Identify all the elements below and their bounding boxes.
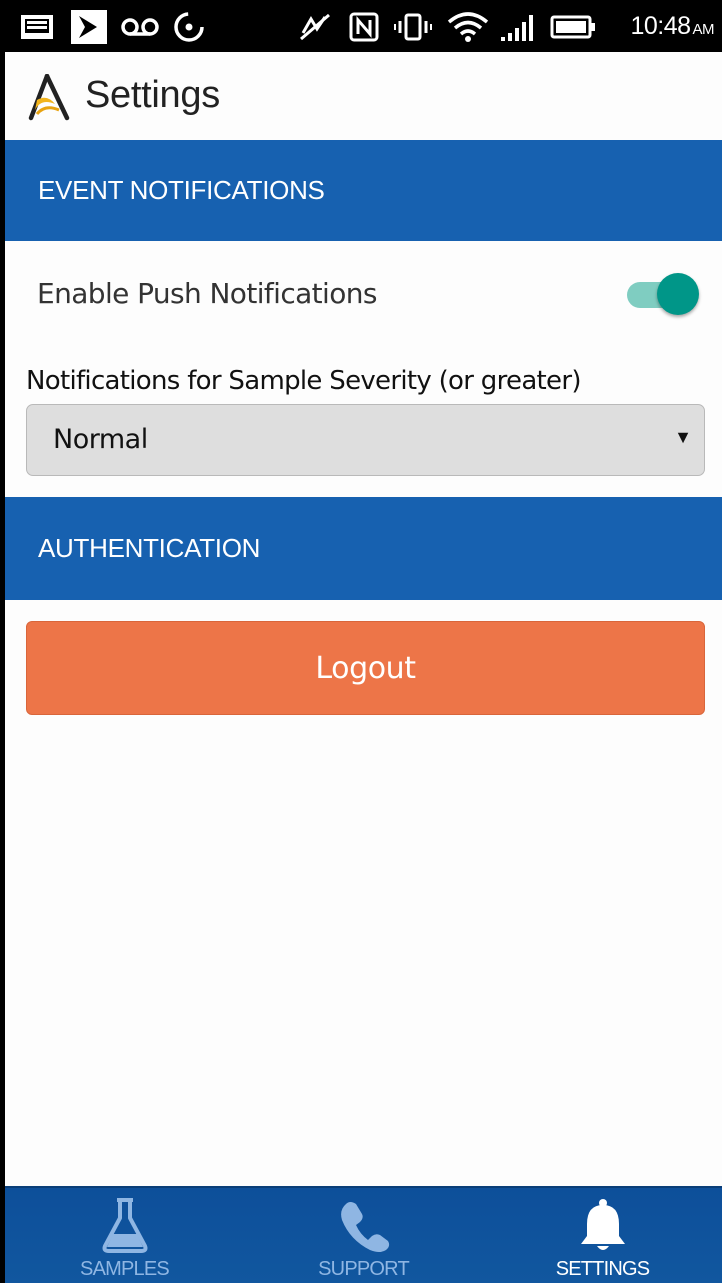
tab-settings[interactable]: SETTINGS bbox=[483, 1188, 722, 1283]
app-screen: 10:48 AM Settings EVENT NOTIFICATIONS Ena… bbox=[5, 0, 722, 1283]
severity-label: Notifications for Sample Severity (or gr… bbox=[26, 366, 581, 396]
vibrate-icon bbox=[393, 10, 433, 44]
status-bar: 10:48 AM bbox=[5, 0, 722, 52]
page-title: Settings bbox=[85, 74, 220, 116]
section-header-authentication: AUTHENTICATION bbox=[5, 497, 722, 600]
severity-selected-value: Normal bbox=[53, 424, 148, 455]
push-notifications-label: Enable Push Notifications bbox=[37, 277, 378, 310]
push-notifications-row: Enable Push Notifications bbox=[5, 241, 722, 351]
tab-settings-label: SETTINGS bbox=[555, 1258, 650, 1280]
severity-select[interactable]: Normal ▼ bbox=[26, 404, 705, 476]
signal-off-icon bbox=[295, 10, 335, 44]
bell-icon bbox=[580, 1199, 625, 1250]
push-notifications-toggle[interactable] bbox=[625, 271, 699, 317]
app-header: Settings bbox=[5, 52, 722, 140]
toggle-thumb bbox=[657, 273, 699, 315]
wifi-icon bbox=[445, 10, 491, 44]
status-ampm: AM bbox=[692, 21, 715, 38]
flask-icon bbox=[102, 1198, 147, 1253]
sprint-icon bbox=[69, 10, 109, 44]
sync-icon bbox=[169, 10, 209, 44]
battery-icon bbox=[549, 10, 597, 44]
logout-button[interactable]: Logout bbox=[26, 621, 705, 715]
nfc-icon bbox=[347, 10, 381, 44]
tab-samples-label: SAMPLES bbox=[80, 1258, 170, 1280]
voicemail-icon bbox=[119, 10, 161, 44]
tab-support[interactable]: SUPPORT bbox=[244, 1188, 483, 1283]
dropdown-arrow-icon: ▼ bbox=[674, 427, 692, 447]
tab-samples[interactable]: SAMPLES bbox=[5, 1188, 244, 1283]
bottom-nav: SAMPLES SUPPORT SETTINGS bbox=[5, 1186, 722, 1283]
phone-icon bbox=[340, 1202, 389, 1252]
app-logo-icon bbox=[25, 73, 71, 122]
status-time: 10:48 AM bbox=[630, 12, 715, 40]
tab-support-label: SUPPORT bbox=[318, 1258, 410, 1280]
cell-signal-icon bbox=[497, 10, 541, 44]
gallery-icon bbox=[17, 10, 57, 44]
section-header-event-notifications: EVENT NOTIFICATIONS bbox=[5, 140, 722, 241]
